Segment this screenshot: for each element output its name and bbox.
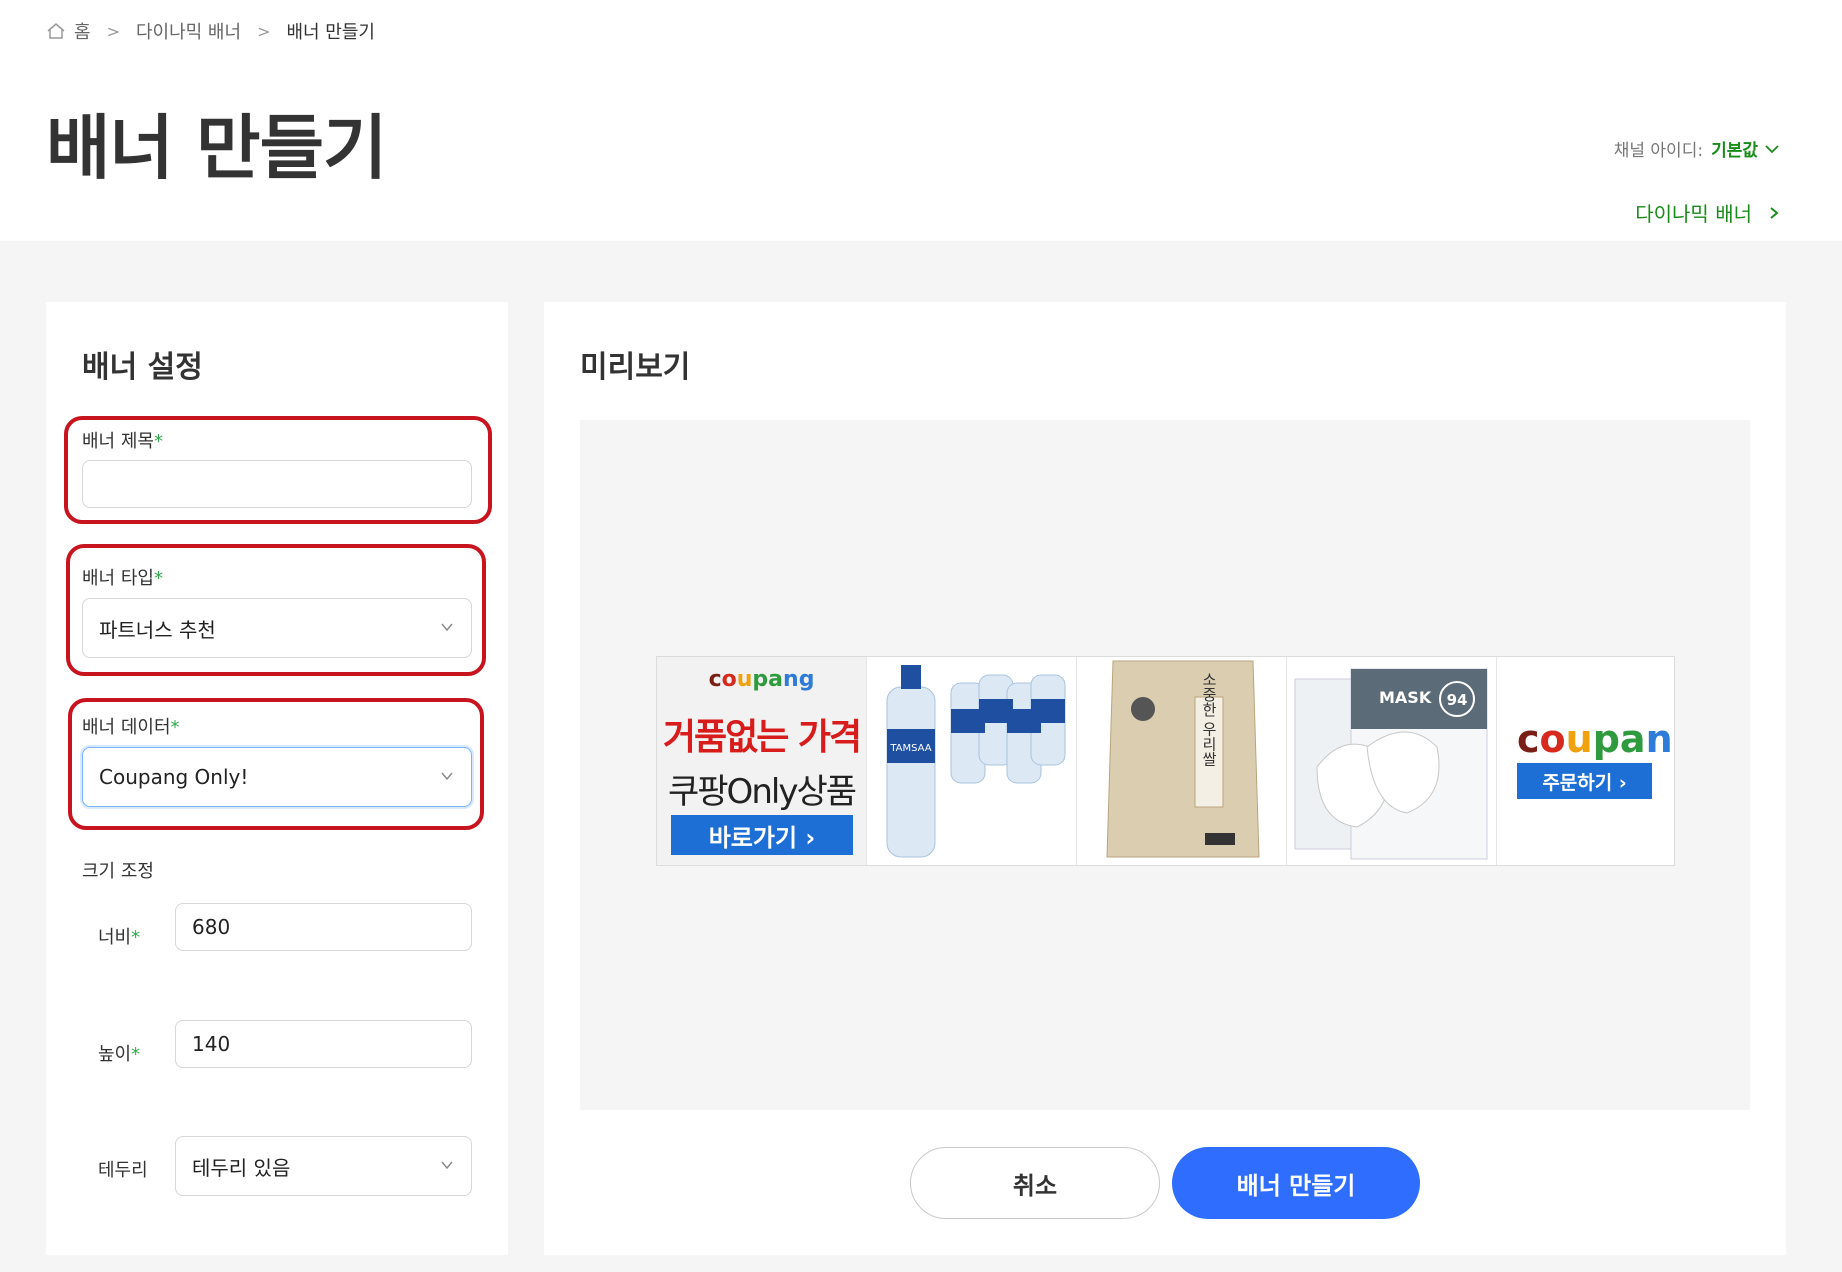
product-rice[interactable]: 소중한 우리쌀 bbox=[1077, 657, 1287, 865]
border-value: 테두리 있음 bbox=[192, 1155, 291, 1180]
rice-bag-image: 소중한 우리쌀 bbox=[1106, 660, 1260, 858]
logo-letter: p bbox=[1592, 717, 1620, 761]
banner-data-label-text: 배너 데이터 bbox=[82, 717, 171, 738]
banner-type-select[interactable]: 파트너스 추천 bbox=[82, 598, 472, 658]
logo-letter: c bbox=[1517, 717, 1540, 761]
mask-brand-text: MASK bbox=[1379, 688, 1432, 707]
product-mask[interactable]: MASK 94 bbox=[1287, 657, 1497, 865]
border-select[interactable]: 테두리 있음 bbox=[175, 1136, 472, 1196]
logo-letter: c bbox=[708, 667, 722, 692]
logo-letter: g bbox=[1673, 717, 1674, 761]
required-mark: * bbox=[131, 927, 141, 948]
coupang-logo: coupang bbox=[657, 667, 866, 692]
product-water[interactable]: TAMSAA bbox=[867, 657, 1077, 865]
chevron-right-icon[interactable] bbox=[1768, 205, 1780, 221]
logo-letter: p bbox=[752, 667, 769, 692]
banner-settings-panel: 배너 설정 배너 제목* 배너 타입* 파트너스 추천 배너 데이터* Coup… bbox=[46, 302, 508, 1255]
breadcrumb: 홈 > 다이나믹 배너 > 배너 만들기 bbox=[46, 18, 375, 44]
channel-label: 채널 아이디: bbox=[1613, 141, 1704, 161]
cancel-button[interactable]: 취소 bbox=[910, 1147, 1160, 1219]
promo-line-1: 거품없는 가격 bbox=[662, 717, 862, 758]
logo-letter: n bbox=[783, 667, 799, 692]
promo-line-2: 쿠팡Only상품 bbox=[668, 772, 857, 812]
required-mark: * bbox=[170, 717, 180, 738]
mask-box-image: MASK 94 bbox=[1294, 668, 1488, 860]
required-mark: * bbox=[153, 568, 163, 589]
chevron-down-icon bbox=[441, 623, 453, 632]
height-input[interactable]: 140 bbox=[175, 1020, 472, 1068]
size-adjust-label: 크기 조정 bbox=[82, 861, 154, 882]
breadcrumb-parent[interactable]: 다이나믹 배너 bbox=[136, 18, 241, 44]
banner-type-value: 파트너스 추천 bbox=[99, 617, 216, 642]
logo-letter: o bbox=[1539, 717, 1566, 761]
mask-grade-text: 94 bbox=[1447, 691, 1468, 709]
banner-title-label-text: 배너 제목 bbox=[82, 431, 154, 452]
logo-letter: a bbox=[1619, 717, 1646, 761]
chevron-down-icon bbox=[441, 772, 453, 781]
dynamic-banner-link[interactable]: 다이나믹 배너 bbox=[1635, 198, 1780, 227]
preview-panel: 미리보기 coupang 거품없는 가격 쿠팡Only상품 바로가기 › TAM… bbox=[544, 302, 1786, 1255]
page-title: 배너 만들기 bbox=[46, 107, 387, 189]
home-icon[interactable] bbox=[46, 21, 66, 41]
go-button[interactable]: 바로가기 › bbox=[671, 815, 853, 855]
breadcrumb-current: 배너 만들기 bbox=[286, 22, 375, 43]
create-banner-button[interactable]: 배너 만들기 bbox=[1172, 1147, 1420, 1219]
coupang-logo: coupang bbox=[1517, 717, 1674, 761]
logo-letter: u bbox=[1565, 717, 1593, 761]
banner-title-label: 배너 제목* bbox=[82, 427, 163, 453]
logo-letter: u bbox=[736, 667, 753, 692]
height-label-text: 높이 bbox=[98, 1044, 132, 1065]
channel-value[interactable]: 기본값 bbox=[1711, 136, 1758, 161]
settings-title: 배너 설정 bbox=[82, 350, 203, 385]
logo-letter: g bbox=[798, 667, 815, 692]
water-label-text: TAMSAA bbox=[889, 743, 931, 754]
height-label: 높이* bbox=[98, 1040, 140, 1066]
preview-title: 미리보기 bbox=[580, 350, 691, 385]
order-button[interactable]: 주문하기 › bbox=[1517, 763, 1652, 799]
border-label: 테두리 bbox=[98, 1160, 148, 1181]
banner-preview[interactable]: coupang 거품없는 가격 쿠팡Only상품 바로가기 › TAMSAA 소… bbox=[656, 656, 1675, 866]
logo-letter: a bbox=[768, 667, 784, 692]
required-mark: * bbox=[131, 1044, 141, 1065]
logo-letter: o bbox=[721, 667, 737, 692]
chevron-right-icon: > bbox=[257, 21, 271, 41]
banner-data-label: 배너 데이터* bbox=[82, 713, 180, 739]
chevron-right-icon: > bbox=[106, 21, 120, 41]
chevron-down-icon[interactable] bbox=[1764, 143, 1780, 155]
channel-selector[interactable]: 채널 아이디: 기본값 bbox=[1614, 136, 1780, 161]
page-header: 홈 > 다이나믹 배너 > 배너 만들기 배너 만들기 채널 아이디: 기본값 … bbox=[0, 0, 1842, 241]
width-label: 너비* bbox=[98, 923, 140, 949]
water-bottles-image: TAMSAA bbox=[886, 665, 1066, 858]
dynamic-banner-link-label[interactable]: 다이나믹 배너 bbox=[1635, 198, 1752, 227]
preview-area: coupang 거품없는 가격 쿠팡Only상품 바로가기 › TAMSAA 소… bbox=[580, 420, 1750, 1110]
banner-promo-cell[interactable]: coupang 거품없는 가격 쿠팡Only상품 바로가기 › bbox=[657, 657, 867, 865]
banner-data-value: Coupang Only! bbox=[99, 765, 249, 789]
width-input[interactable]: 680 bbox=[175, 903, 472, 951]
width-label-text: 너비 bbox=[98, 927, 132, 948]
rice-label-text: 소중한 우리쌀 bbox=[1200, 672, 1218, 767]
logo-letter: n bbox=[1645, 717, 1673, 761]
banner-data-select[interactable]: Coupang Only! bbox=[82, 747, 472, 807]
required-mark: * bbox=[153, 431, 163, 452]
banner-type-label-text: 배너 타입 bbox=[82, 568, 154, 589]
banner-title-input[interactable] bbox=[82, 460, 472, 508]
banner-order-cell[interactable]: coupang 주문하기 › bbox=[1497, 657, 1674, 865]
chevron-down-icon bbox=[441, 1161, 453, 1170]
banner-type-label: 배너 타입* bbox=[82, 564, 163, 590]
breadcrumb-home[interactable]: 홈 bbox=[74, 18, 91, 44]
